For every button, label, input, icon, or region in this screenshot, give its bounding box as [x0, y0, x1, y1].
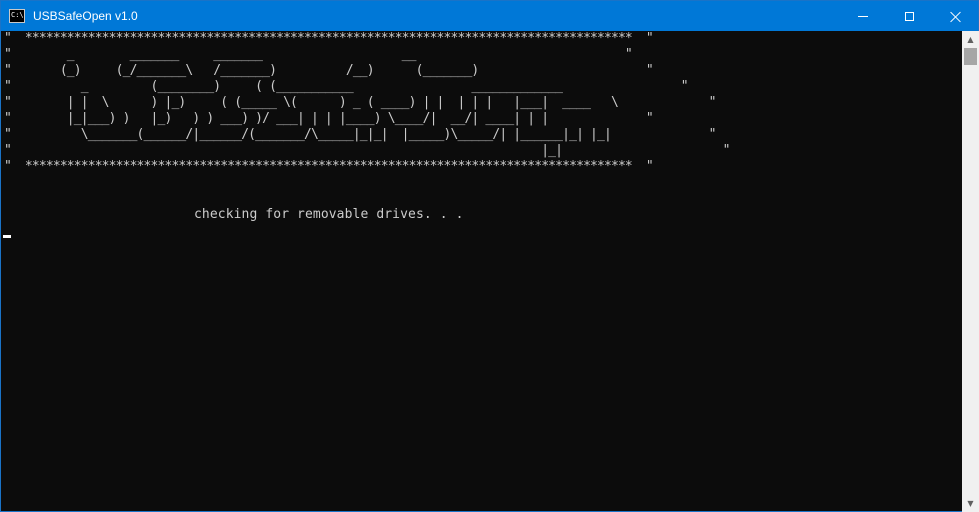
console-icon: C:\. [9, 9, 25, 23]
console-output[interactable]: " **************************************… [2, 31, 962, 511]
status-line: checking for removable drives. . . [194, 207, 464, 222]
scroll-thumb[interactable] [964, 48, 977, 65]
maximize-button[interactable] [886, 1, 932, 31]
vertical-scrollbar[interactable]: ▲ ▼ [962, 31, 979, 512]
console-window: C:\. USBSafeOpen v1.0 " ****************… [0, 0, 979, 512]
maximize-icon [904, 11, 914, 21]
ascii-banner: " **************************************… [4, 31, 730, 174]
minimize-button[interactable] [840, 1, 886, 31]
scroll-down-arrow-icon[interactable]: ▼ [962, 495, 979, 512]
scroll-up-arrow-icon[interactable]: ▲ [962, 31, 979, 48]
close-icon [950, 11, 961, 22]
minimize-icon [858, 15, 868, 17]
text-cursor [3, 235, 11, 238]
title-bar[interactable]: C:\. USBSafeOpen v1.0 [1, 1, 978, 31]
window-title: USBSafeOpen v1.0 [33, 9, 138, 23]
close-button[interactable] [932, 1, 978, 31]
